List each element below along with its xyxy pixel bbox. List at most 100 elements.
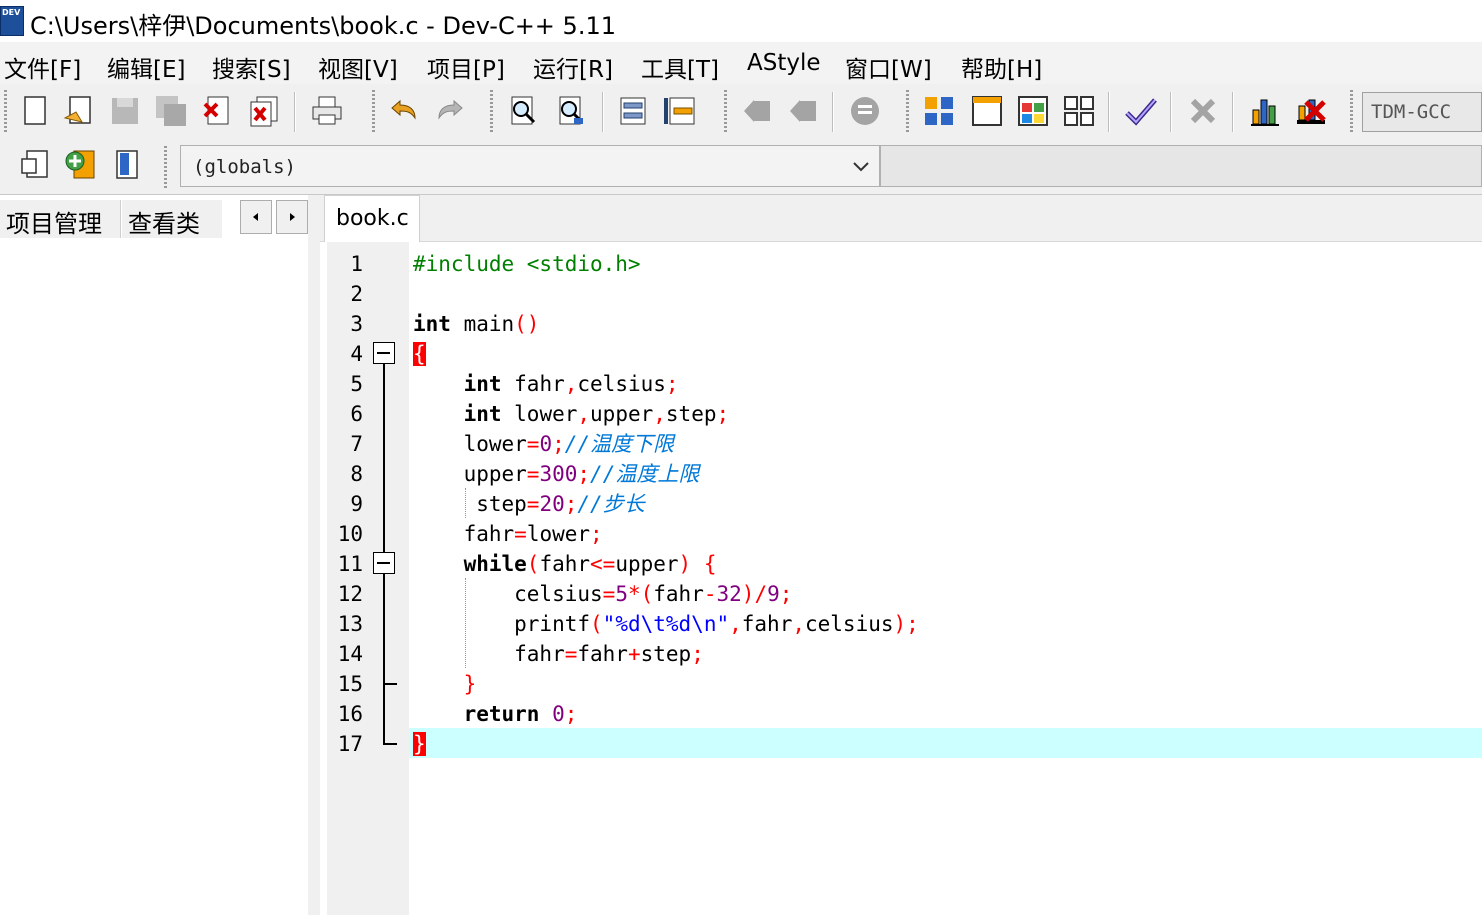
window-icon[interactable] xyxy=(970,94,1004,128)
menu-project[interactable]: 项目[P] xyxy=(427,50,505,84)
clear-icon[interactable] xyxy=(1186,94,1220,128)
tab-scroll-left-button[interactable] xyxy=(240,200,272,234)
window-title: C:\Users\梓伊\Documents\book.c - Dev-C++ 5… xyxy=(30,12,616,40)
code-token: = xyxy=(514,522,527,546)
toolbar-grip[interactable] xyxy=(1350,90,1353,134)
code-token: *( xyxy=(627,582,654,606)
line-number: 3 xyxy=(350,312,363,336)
code-token: fahr xyxy=(501,372,565,396)
layout-grid-icon[interactable] xyxy=(922,94,956,128)
code-token: ( xyxy=(590,612,603,636)
toolbar-grip[interactable] xyxy=(4,90,7,134)
code-line: while(fahr<=upper) { xyxy=(413,549,717,579)
code-token: upper xyxy=(590,402,654,426)
menu-view[interactable]: 视图[V] xyxy=(318,50,398,84)
code-token: fahr xyxy=(413,522,515,546)
code-token: 5 xyxy=(615,582,628,606)
menu-help[interactable]: 帮助[H] xyxy=(961,50,1042,84)
code-token: 9 xyxy=(767,582,780,606)
code-token: , xyxy=(577,402,591,426)
menu-window[interactable]: 窗口[W] xyxy=(845,50,932,84)
toolbar-grip[interactable] xyxy=(164,146,167,188)
code-token: celsius xyxy=(805,612,894,636)
menu-edit[interactable]: 编辑[E] xyxy=(107,50,185,84)
menu-astyle[interactable]: AStyle xyxy=(747,50,821,76)
tab-class-browser[interactable]: 查看类 xyxy=(122,200,222,238)
fold-toggle-icon[interactable] xyxy=(373,552,395,574)
compiler-select[interactable]: TDM-GCC xyxy=(1362,92,1482,132)
menu-bar: 文件[F] 编辑[E] 搜索[S] 视图[V] 项目[P] 运行[R] 工具[T… xyxy=(0,42,1482,84)
indent-icon[interactable] xyxy=(616,94,650,128)
code-token: 20 xyxy=(539,492,565,516)
code-line: fahr=fahr+step; xyxy=(413,639,704,669)
code-token: ; xyxy=(779,582,793,606)
fold-toggle-icon[interactable] xyxy=(373,342,395,364)
toolbar-grip[interactable] xyxy=(724,90,727,134)
code-line: int lower,upper,step; xyxy=(413,399,730,429)
function-select[interactable] xyxy=(880,145,1482,187)
code-token: )/ xyxy=(741,582,768,606)
project-options-icon[interactable] xyxy=(110,148,144,182)
menu-tools[interactable]: 工具[T] xyxy=(641,50,719,84)
unindent-icon[interactable] xyxy=(662,94,696,128)
code-token: //温度下限 xyxy=(564,432,675,456)
toolbar-grip[interactable] xyxy=(906,90,909,134)
redo-icon[interactable] xyxy=(434,94,468,128)
add-file-icon[interactable] xyxy=(64,148,98,182)
open-file-icon[interactable] xyxy=(62,94,96,128)
project-exit-icon[interactable] xyxy=(18,148,52,182)
project-panel xyxy=(0,195,309,915)
bookmark-icon[interactable] xyxy=(848,94,882,128)
code-token: fahr xyxy=(413,642,565,666)
menu-search[interactable]: 搜索[S] xyxy=(212,50,291,84)
new-file-icon[interactable] xyxy=(18,94,52,128)
check-icon[interactable] xyxy=(1124,94,1158,128)
code-line: int fahr,celsius; xyxy=(413,369,679,399)
code-token: 0 xyxy=(552,702,565,726)
code-line: { xyxy=(413,339,426,369)
goto-back-icon[interactable] xyxy=(740,94,774,128)
code-token: = xyxy=(526,462,540,486)
colors-icon[interactable] xyxy=(1016,94,1050,128)
menu-file[interactable]: 文件[F] xyxy=(4,50,81,84)
fold-end-marker xyxy=(383,743,397,745)
menu-run[interactable]: 运行[R] xyxy=(533,50,613,84)
code-token: upper xyxy=(615,552,679,576)
code-line: step=20;//步长 xyxy=(413,489,645,519)
code-token: ; xyxy=(716,402,730,426)
code-token: return xyxy=(463,702,540,726)
tab-book-c[interactable]: book.c xyxy=(324,195,420,242)
print-icon[interactable] xyxy=(310,94,344,128)
tiles-icon[interactable] xyxy=(1062,94,1096,128)
code-token: = xyxy=(526,432,540,456)
toolbar-grip[interactable] xyxy=(490,90,493,134)
chevron-down-icon[interactable] xyxy=(851,156,871,176)
close-icon[interactable] xyxy=(200,94,234,128)
find-icon[interactable] xyxy=(506,94,540,128)
tab-project-manager[interactable]: 项目管理 xyxy=(0,200,121,238)
chart-icon[interactable] xyxy=(1248,94,1282,128)
goto-forward-icon[interactable] xyxy=(786,94,820,128)
toolbar-separator xyxy=(294,92,296,132)
save-icon[interactable] xyxy=(108,94,142,128)
stop-icon[interactable] xyxy=(1294,94,1328,128)
line-number: 8 xyxy=(350,462,363,486)
code-token: fahr xyxy=(741,612,793,636)
toolbar-grip[interactable] xyxy=(372,90,375,134)
panel-splitter[interactable] xyxy=(308,195,320,915)
scope-select[interactable]: (globals) xyxy=(180,145,880,187)
close-all-icon[interactable] xyxy=(247,94,281,128)
code-line: printf("%d\t%d\n",fahr,celsius); xyxy=(413,609,919,639)
code-token: celsius xyxy=(577,372,666,396)
code-token: celsius xyxy=(413,582,603,606)
code-line: celsius=5*(fahr-32)/9; xyxy=(413,579,792,609)
tab-scroll-right-button[interactable] xyxy=(276,200,308,234)
line-number: 17 xyxy=(337,732,363,756)
line-number: 10 xyxy=(337,522,363,546)
save-all-icon[interactable] xyxy=(154,94,188,128)
replace-icon[interactable] xyxy=(554,94,588,128)
code-token: ) xyxy=(678,552,692,576)
undo-icon[interactable] xyxy=(386,94,420,128)
